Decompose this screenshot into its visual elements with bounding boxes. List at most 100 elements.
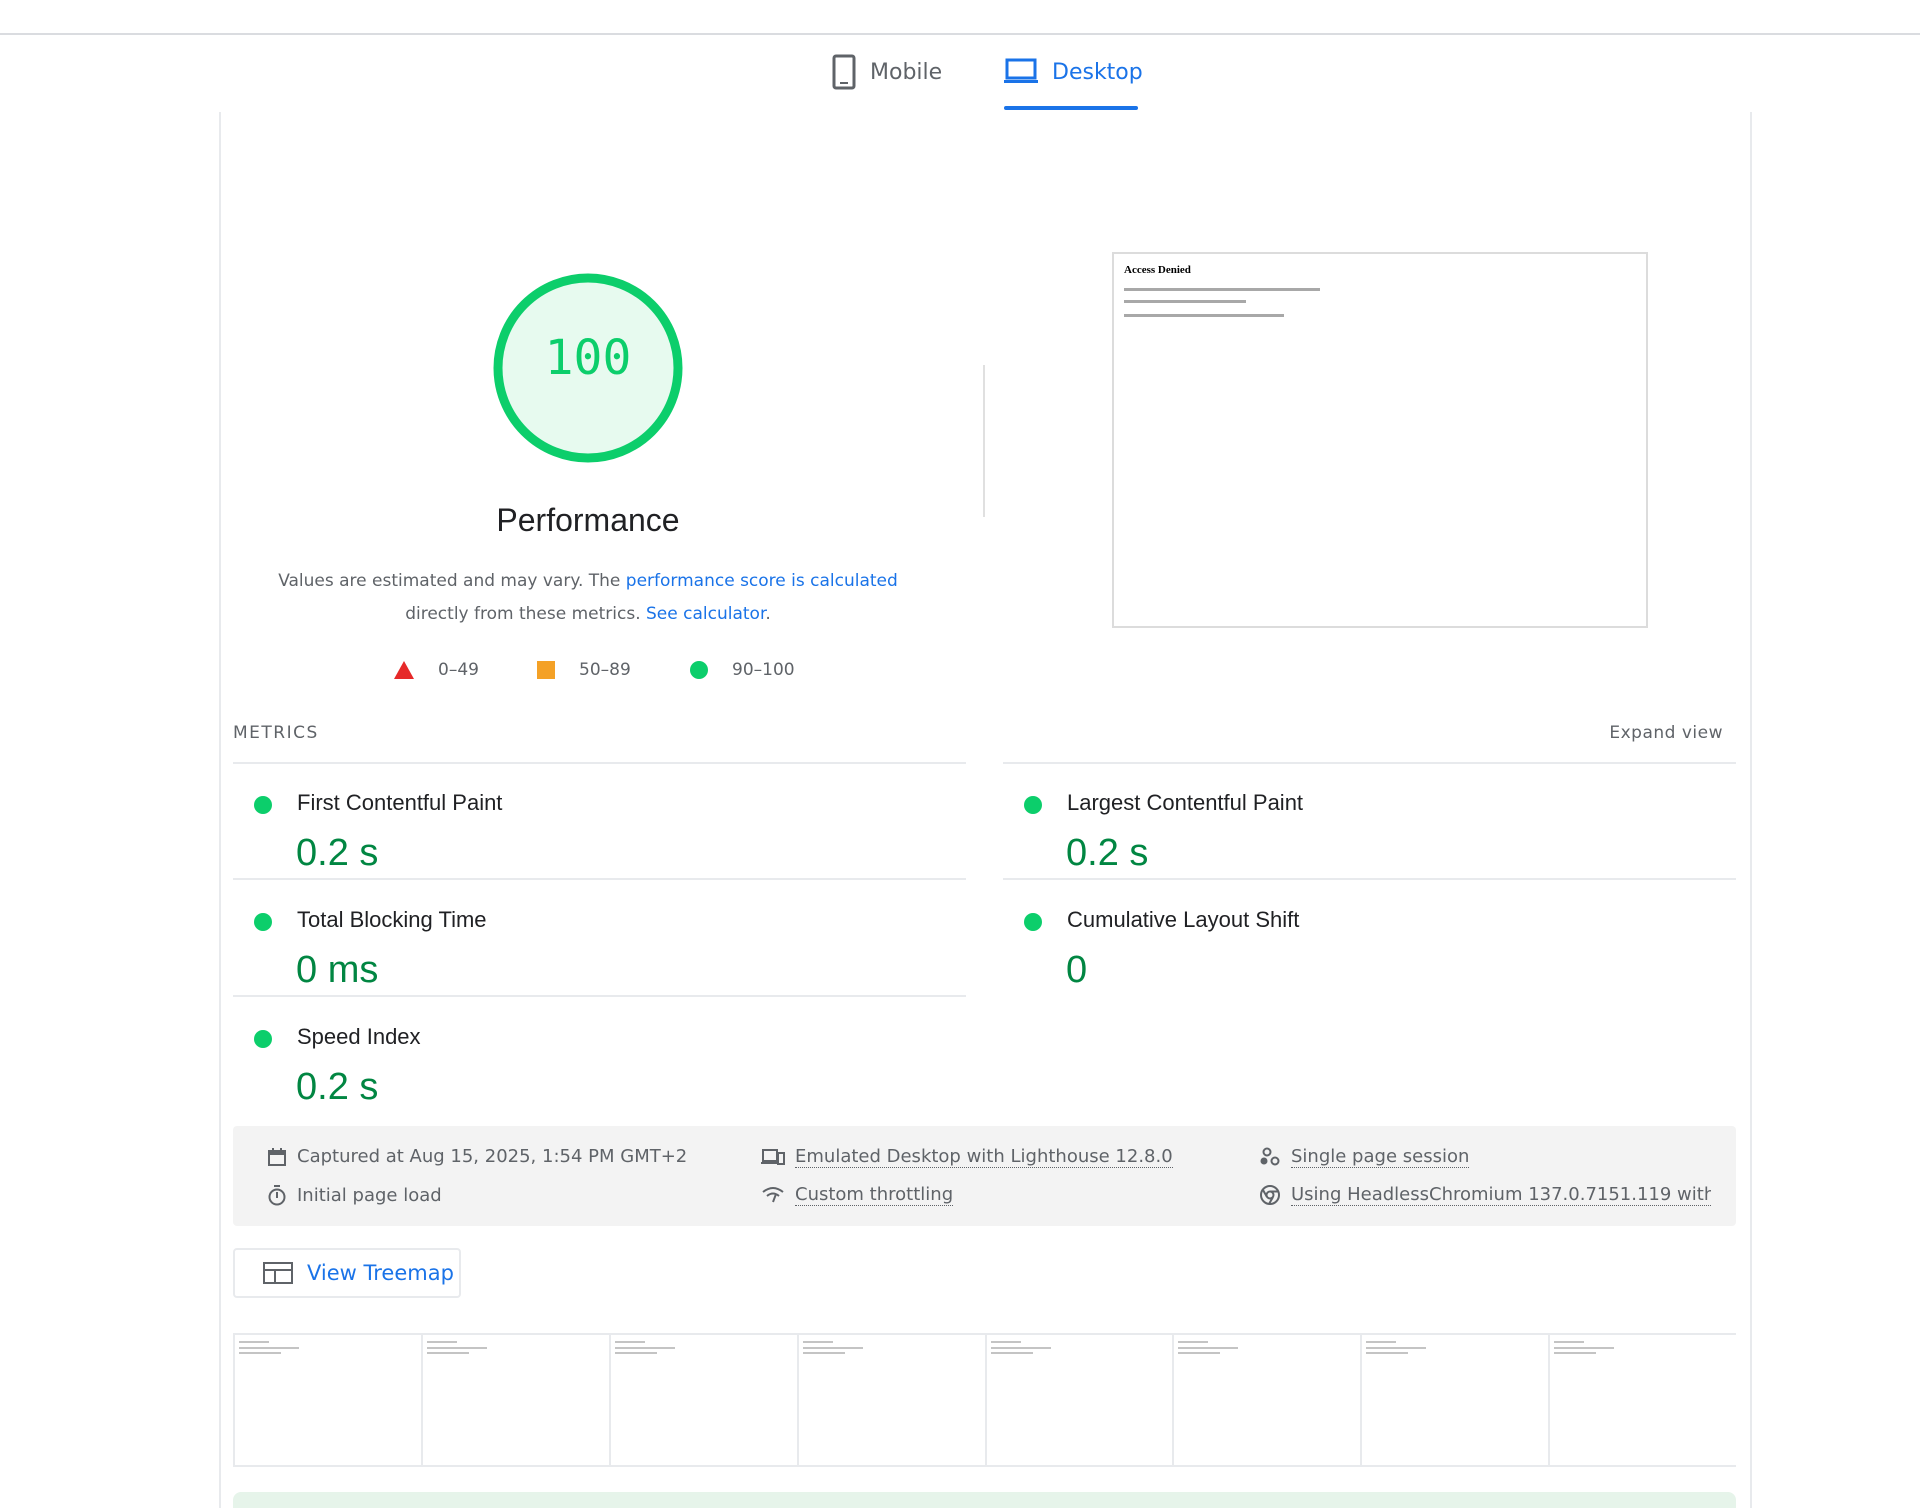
description-suffix: . xyxy=(765,604,771,624)
frame-text-line xyxy=(1178,1352,1221,1354)
frame-text-line xyxy=(239,1352,281,1354)
frame-text-line xyxy=(802,1352,845,1354)
metric-divider xyxy=(1003,878,1736,880)
frame-text-line xyxy=(1178,1341,1209,1343)
score-legend: 0–49 50–89 90–100 xyxy=(0,660,1920,690)
vertical-divider xyxy=(983,365,985,517)
expand-view-button[interactable]: Expand view xyxy=(1609,723,1723,743)
filmstrip-frame xyxy=(1548,1335,1736,1465)
legend-average-label: 50–89 xyxy=(579,660,631,680)
filmstrip-frame xyxy=(608,1335,797,1465)
legend-pass: 90–100 xyxy=(690,660,795,680)
frame-text-line xyxy=(1554,1352,1597,1354)
frame-text-line xyxy=(802,1347,863,1349)
browser-info-text: Using HeadlessChromium 137.0.7151.119 wi… xyxy=(1291,1184,1711,1206)
chrome-icon xyxy=(1260,1185,1280,1205)
wifi-icon xyxy=(762,1187,784,1203)
metric-lcp: Largest Contentful Paint 0.2 s xyxy=(1003,780,1703,890)
frame-text-line xyxy=(990,1347,1051,1349)
score-calculated-link[interactable]: performance score is calculated xyxy=(626,571,898,591)
device-tabs: Mobile Desktop xyxy=(0,52,1920,112)
next-section-edge xyxy=(233,1492,1736,1508)
screenshot-text-line xyxy=(1124,288,1320,291)
frame-text-line xyxy=(614,1347,675,1349)
frame-text-line xyxy=(239,1347,299,1349)
captured-at: Captured at Aug 15, 2025, 1:54 PM GMT+2 xyxy=(267,1146,687,1167)
initial-page-load: Initial page load xyxy=(267,1184,442,1206)
emulated-device[interactable]: Emulated Desktop with Lighthouse 12.8.0 xyxy=(761,1146,1173,1168)
metric-name: Largest Contentful Paint xyxy=(1067,790,1304,815)
frame-text-line xyxy=(1554,1347,1615,1349)
frame-text-line xyxy=(990,1341,1021,1343)
metric-divider xyxy=(233,762,966,764)
performance-score: 100 xyxy=(544,330,632,386)
filmstrip-frame xyxy=(984,1335,1173,1465)
mobile-icon xyxy=(832,54,856,90)
description-text: Values are estimated and may vary. The xyxy=(278,571,626,591)
frame-text-line xyxy=(614,1341,645,1343)
pass-dot-icon xyxy=(1024,913,1042,931)
tab-mobile[interactable]: Mobile xyxy=(832,52,942,92)
initial-page-load-text: Initial page load xyxy=(297,1184,442,1206)
top-divider xyxy=(0,33,1920,35)
metric-value: 0 ms xyxy=(296,949,379,991)
frame-text-line xyxy=(802,1341,833,1343)
filmstrip-frame xyxy=(1360,1335,1548,1465)
description-text-2: directly from these metrics. xyxy=(405,604,641,624)
metric-divider xyxy=(233,878,966,880)
tab-desktop-label: Desktop xyxy=(1052,59,1143,85)
metric-name: Cumulative Layout Shift xyxy=(1067,907,1300,932)
triangle-icon xyxy=(394,661,414,679)
metric-divider xyxy=(1003,762,1736,764)
frame-text-line xyxy=(1366,1341,1397,1343)
emulated-device-text: Emulated Desktop with Lighthouse 12.8.0 xyxy=(795,1146,1173,1168)
metric-name: First Contentful Paint xyxy=(297,790,503,815)
frame-text-line xyxy=(426,1341,457,1343)
metric-divider xyxy=(233,995,966,997)
metric-value: 0.2 s xyxy=(1066,832,1149,874)
tab-desktop[interactable]: Desktop xyxy=(1004,52,1143,110)
custom-throttling-text: Custom throttling xyxy=(795,1184,954,1206)
screenshot-text-line xyxy=(1124,314,1284,317)
legend-fail: 0–49 xyxy=(394,660,479,680)
screenshot-text-line xyxy=(1124,300,1246,303)
stopwatch-icon xyxy=(268,1185,286,1206)
frame-text-line xyxy=(614,1352,657,1354)
browser-info[interactable]: Using HeadlessChromium 137.0.7151.119 wi… xyxy=(1259,1184,1711,1206)
filmstrip-frame xyxy=(796,1335,985,1465)
runtime-settings: Captured at Aug 15, 2025, 1:54 PM GMT+2 … xyxy=(233,1126,1736,1226)
filmstrip-frame xyxy=(233,1335,421,1465)
metric-name: Speed Index xyxy=(297,1024,421,1049)
legend-fail-label: 0–49 xyxy=(438,660,479,680)
metric-name: Total Blocking Time xyxy=(297,907,487,932)
legend-pass-label: 90–100 xyxy=(732,660,795,680)
metrics-heading: METRICS xyxy=(233,723,319,743)
see-calculator-link[interactable]: See calculator xyxy=(646,604,765,624)
tab-mobile-label: Mobile xyxy=(870,59,943,85)
treemap-icon xyxy=(263,1262,293,1284)
pass-dot-icon xyxy=(254,913,272,931)
devices-icon xyxy=(761,1149,785,1165)
filmstrip-frame xyxy=(420,1335,609,1465)
frame-text-line xyxy=(426,1352,469,1354)
metric-value: 0 xyxy=(1066,949,1088,991)
metric-speed-index: Speed Index 0.2 s xyxy=(233,1014,933,1124)
single-page-session[interactable]: Single page session xyxy=(1259,1146,1470,1168)
metric-tbt: Total Blocking Time 0 ms xyxy=(233,897,933,1007)
frame-text-line xyxy=(1178,1347,1239,1349)
captured-at-text: Captured at Aug 15, 2025, 1:54 PM GMT+2 xyxy=(297,1146,688,1167)
custom-throttling[interactable]: Custom throttling xyxy=(761,1184,954,1206)
metric-value: 0.2 s xyxy=(296,832,379,874)
legend-average: 50–89 xyxy=(537,660,631,680)
filmstrip-frame xyxy=(1172,1335,1360,1465)
performance-description: Values are estimated and may vary. The p… xyxy=(268,565,908,631)
frame-text-line xyxy=(426,1347,487,1349)
desktop-icon xyxy=(1004,58,1038,83)
performance-title: Performance xyxy=(496,502,680,538)
final-screenshot[interactable]: Access Denied xyxy=(1112,252,1648,628)
session-icon xyxy=(1260,1147,1280,1166)
frame-text-line xyxy=(1366,1347,1427,1349)
filmstrip xyxy=(233,1333,1736,1467)
view-treemap-button[interactable]: View Treemap xyxy=(233,1248,461,1298)
screenshot-heading: Access Denied xyxy=(1124,264,1191,276)
